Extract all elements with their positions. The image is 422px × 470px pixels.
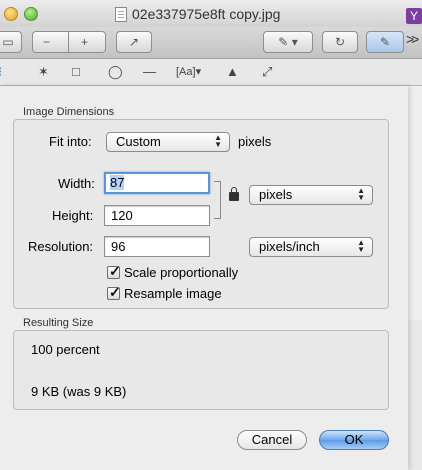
sidebar-icon: ▭ — [2, 35, 14, 49]
zoom-divider — [68, 32, 69, 52]
scale-proportionally-label[interactable]: Scale proportionally — [124, 265, 238, 280]
resolution-unit-select[interactable]: pixels/inch ▲ ▼ — [249, 237, 373, 257]
size-unit-value: pixels — [259, 187, 293, 202]
text-icon[interactable]: [Aa]▾ — [176, 63, 201, 81]
width-value: 87 — [110, 175, 125, 190]
oval-icon[interactable]: ◯ — [108, 63, 123, 81]
checkmark-icon: ✓ — [109, 284, 121, 300]
select-arrows-icon: ▲ ▼ — [214, 133, 222, 149]
resample-image-checkbox[interactable]: ✓ — [107, 284, 121, 300]
share-button[interactable]: ↗ — [116, 31, 152, 53]
checkmark-icon: ✓ — [109, 263, 121, 279]
markup-button[interactable]: ✎ ▾ — [263, 31, 313, 53]
ok-button[interactable]: OK — [319, 430, 389, 450]
height-label: Height: — [52, 208, 94, 223]
scale-proportionally-checkbox[interactable]: ✓ — [107, 263, 121, 279]
toolbar-overflow-button[interactable]: >> — [406, 31, 419, 47]
lock-bracket — [214, 181, 221, 219]
zoom-out-icon[interactable]: − — [43, 32, 50, 52]
share-icon: ↗ — [128, 35, 140, 49]
height-value: 120 — [111, 208, 133, 223]
resulting-size-title: Resulting Size — [23, 317, 94, 329]
resolution-field[interactable]: 96 — [104, 236, 210, 257]
minimize-button[interactable] — [4, 7, 18, 21]
adjust-size-sheet: Image Dimensions Fit into: Custom ▲ ▼ pix… — [0, 86, 408, 470]
zoom-in-icon[interactable]: + — [81, 32, 88, 52]
width-label: Width: — [58, 176, 95, 191]
magic-wand-icon[interactable]: ✶ — [38, 63, 49, 81]
line-icon[interactable]: — — [143, 63, 156, 81]
resample-image-label[interactable]: Resample image — [124, 286, 222, 301]
resolution-unit-value: pixels/inch — [259, 239, 320, 254]
image-dimensions-title: Image Dimensions — [23, 106, 115, 118]
resulting-filesize: 9 KB (was 9 KB) — [31, 384, 127, 399]
zoom-control: − + — [32, 31, 106, 53]
fit-into-label: Fit into: — [49, 134, 92, 149]
edit-icon: ✎ — [379, 35, 391, 49]
app-badge: Y — [406, 8, 422, 24]
edit-button[interactable]: ✎ — [366, 31, 404, 53]
document-icon[interactable] — [115, 7, 127, 22]
window-titlebar: 02e337975e8ft copy.jpg Y — [0, 0, 422, 28]
size-unit-select[interactable]: pixels ▲ ▼ — [249, 185, 373, 205]
resolution-value: 96 — [111, 239, 126, 254]
cancel-button[interactable]: Cancel — [237, 430, 307, 450]
fit-into-select[interactable]: Custom ▲ ▼ — [106, 132, 230, 152]
resize-icon[interactable]: ⤢ — [262, 63, 272, 81]
window-title: 02e337975e8ft copy.jpg — [132, 6, 281, 22]
fit-into-value: Custom — [116, 134, 161, 149]
select-arrows-icon: ▲ ▼ — [357, 186, 365, 202]
edit-toolbar: ⁝ ✶ □ ◯ — [Aa]▾ ▲ ⤢ — [0, 59, 422, 86]
rotate-button[interactable]: ↻ — [322, 31, 358, 53]
selection-icon[interactable]: ⁝ — [0, 63, 2, 81]
fit-into-unit: pixels — [238, 134, 272, 149]
resolution-label: Resolution: — [28, 239, 94, 254]
sidebar-toggle-button[interactable]: ▭ — [0, 31, 22, 53]
lock-icon[interactable] — [229, 187, 239, 201]
resulting-percent: 100 percent — [31, 342, 100, 357]
adjust-color-icon[interactable]: ▲ — [226, 63, 239, 81]
main-toolbar: ▭ − + ↗ ✎ ▾ ↻ ✎ — [0, 27, 422, 59]
height-field[interactable]: 120 — [104, 205, 210, 226]
zoom-button[interactable] — [24, 7, 38, 21]
rectangle-icon[interactable]: □ — [72, 63, 80, 81]
select-arrows-icon: ▲ ▼ — [357, 238, 365, 254]
rotate-icon: ↻ — [334, 35, 346, 49]
chevron-down-icon: ▾ — [291, 35, 298, 49]
width-field[interactable]: 87 — [104, 172, 210, 194]
pen-icon: ✎ — [278, 35, 289, 49]
